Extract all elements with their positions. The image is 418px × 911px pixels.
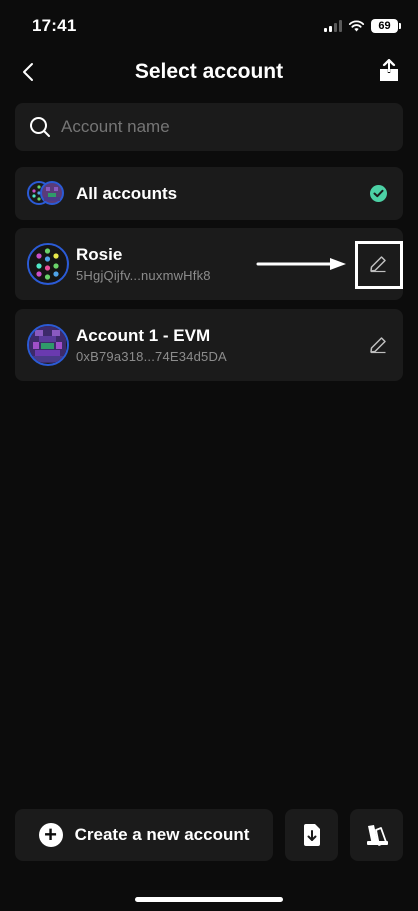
share-icon <box>380 59 398 81</box>
account-name: Rosie <box>76 245 123 264</box>
search-bar[interactable] <box>15 103 403 151</box>
header: Select account <box>0 52 418 94</box>
export-button[interactable] <box>374 56 404 86</box>
account-avatar <box>27 243 69 285</box>
battery-icon: 69 <box>371 19 401 33</box>
all-accounts-avatar <box>27 181 65 207</box>
file-import-icon <box>303 824 320 846</box>
all-accounts-label: All accounts <box>76 184 178 203</box>
attach-account-button[interactable] <box>350 809 403 861</box>
status-bar: 17:41 69 <box>0 0 418 52</box>
import-account-button[interactable] <box>285 809 338 861</box>
all-accounts-item[interactable]: All accounts <box>15 167 403 220</box>
page-title: Select account <box>134 60 284 83</box>
account-address: 5HgjQijfv...nuxmwHfk8 <box>76 268 211 283</box>
edit-account-button[interactable] <box>367 334 389 356</box>
account-address: 0xB79a318...74E34d5DA <box>76 349 227 364</box>
search-input[interactable] <box>61 117 361 137</box>
pencil-icon <box>370 337 386 354</box>
annotation-highlight-box <box>355 241 403 289</box>
account-item-evm[interactable]: Account 1 - EVM 0xB79a318...74E34d5DA <box>15 309 403 381</box>
create-account-button[interactable]: + Create a new account <box>15 809 273 861</box>
plus-icon: + <box>38 823 63 847</box>
swatches-icon <box>366 825 388 846</box>
home-indicator <box>135 897 283 902</box>
cellular-signal-icon <box>324 20 342 32</box>
annotation-arrow-icon <box>256 258 346 270</box>
wifi-icon <box>348 20 365 32</box>
selected-check-icon <box>370 185 387 202</box>
search-icon <box>30 117 50 137</box>
create-account-label: Create a new account <box>74 825 250 844</box>
status-time: 17:41 <box>32 16 77 35</box>
account-name: Account 1 - EVM <box>76 326 211 345</box>
account-avatar <box>27 324 69 366</box>
status-icons: 69 <box>324 19 401 33</box>
